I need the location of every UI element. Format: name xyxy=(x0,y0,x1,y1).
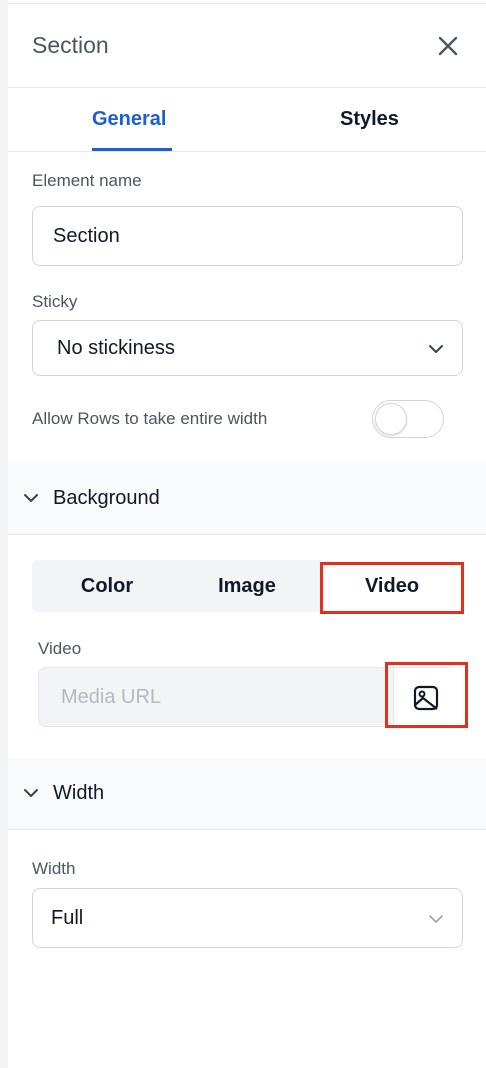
tab-styles[interactable]: Styles xyxy=(340,108,399,131)
chevron-down-icon xyxy=(24,494,38,502)
chevron-down-icon xyxy=(429,345,443,353)
settings-tabs: General Styles xyxy=(8,88,486,152)
width-section-header[interactable]: Width xyxy=(8,758,486,830)
background-video-tab[interactable]: Video xyxy=(320,560,464,612)
image-icon xyxy=(413,685,439,711)
media-url-field: Media URL xyxy=(38,667,457,727)
background-type-segmented-control: Color Image Video xyxy=(32,560,464,612)
close-button[interactable] xyxy=(434,32,462,60)
section-settings-panel: Section General Styles Element name Sect… xyxy=(8,0,486,1068)
sticky-label: Sticky xyxy=(32,292,78,311)
close-icon xyxy=(438,36,458,56)
chevron-down-icon xyxy=(24,789,38,797)
panel-title: Section xyxy=(32,32,109,58)
element-name-label: Element name xyxy=(32,171,142,190)
width-label: Width xyxy=(32,859,76,878)
chevron-down-icon xyxy=(429,915,443,923)
sticky-value: No stickiness xyxy=(57,337,175,359)
element-name-input[interactable]: Section xyxy=(32,206,463,266)
background-section-title: Background xyxy=(53,487,160,509)
width-value: Full xyxy=(51,907,84,929)
background-section-header[interactable]: Background xyxy=(8,463,486,535)
active-tab-indicator xyxy=(92,148,172,151)
tab-general[interactable]: General xyxy=(92,108,166,131)
background-image-tab[interactable]: Image xyxy=(172,560,322,612)
sticky-select[interactable]: No stickiness xyxy=(32,320,463,376)
width-section-title: Width xyxy=(53,782,105,804)
background-color-tab[interactable]: Color xyxy=(32,560,182,612)
panel-header: Section xyxy=(8,4,486,88)
media-url-input[interactable]: Media URL xyxy=(61,686,161,709)
toggle-knob xyxy=(375,403,407,435)
allow-rows-toggle[interactable] xyxy=(372,400,444,438)
element-name-value: Section xyxy=(53,225,120,247)
media-library-button[interactable] xyxy=(393,668,457,726)
width-select[interactable]: Full xyxy=(32,888,463,948)
video-label: Video xyxy=(38,639,82,658)
allow-rows-label: Allow Rows to take entire width xyxy=(32,409,268,428)
